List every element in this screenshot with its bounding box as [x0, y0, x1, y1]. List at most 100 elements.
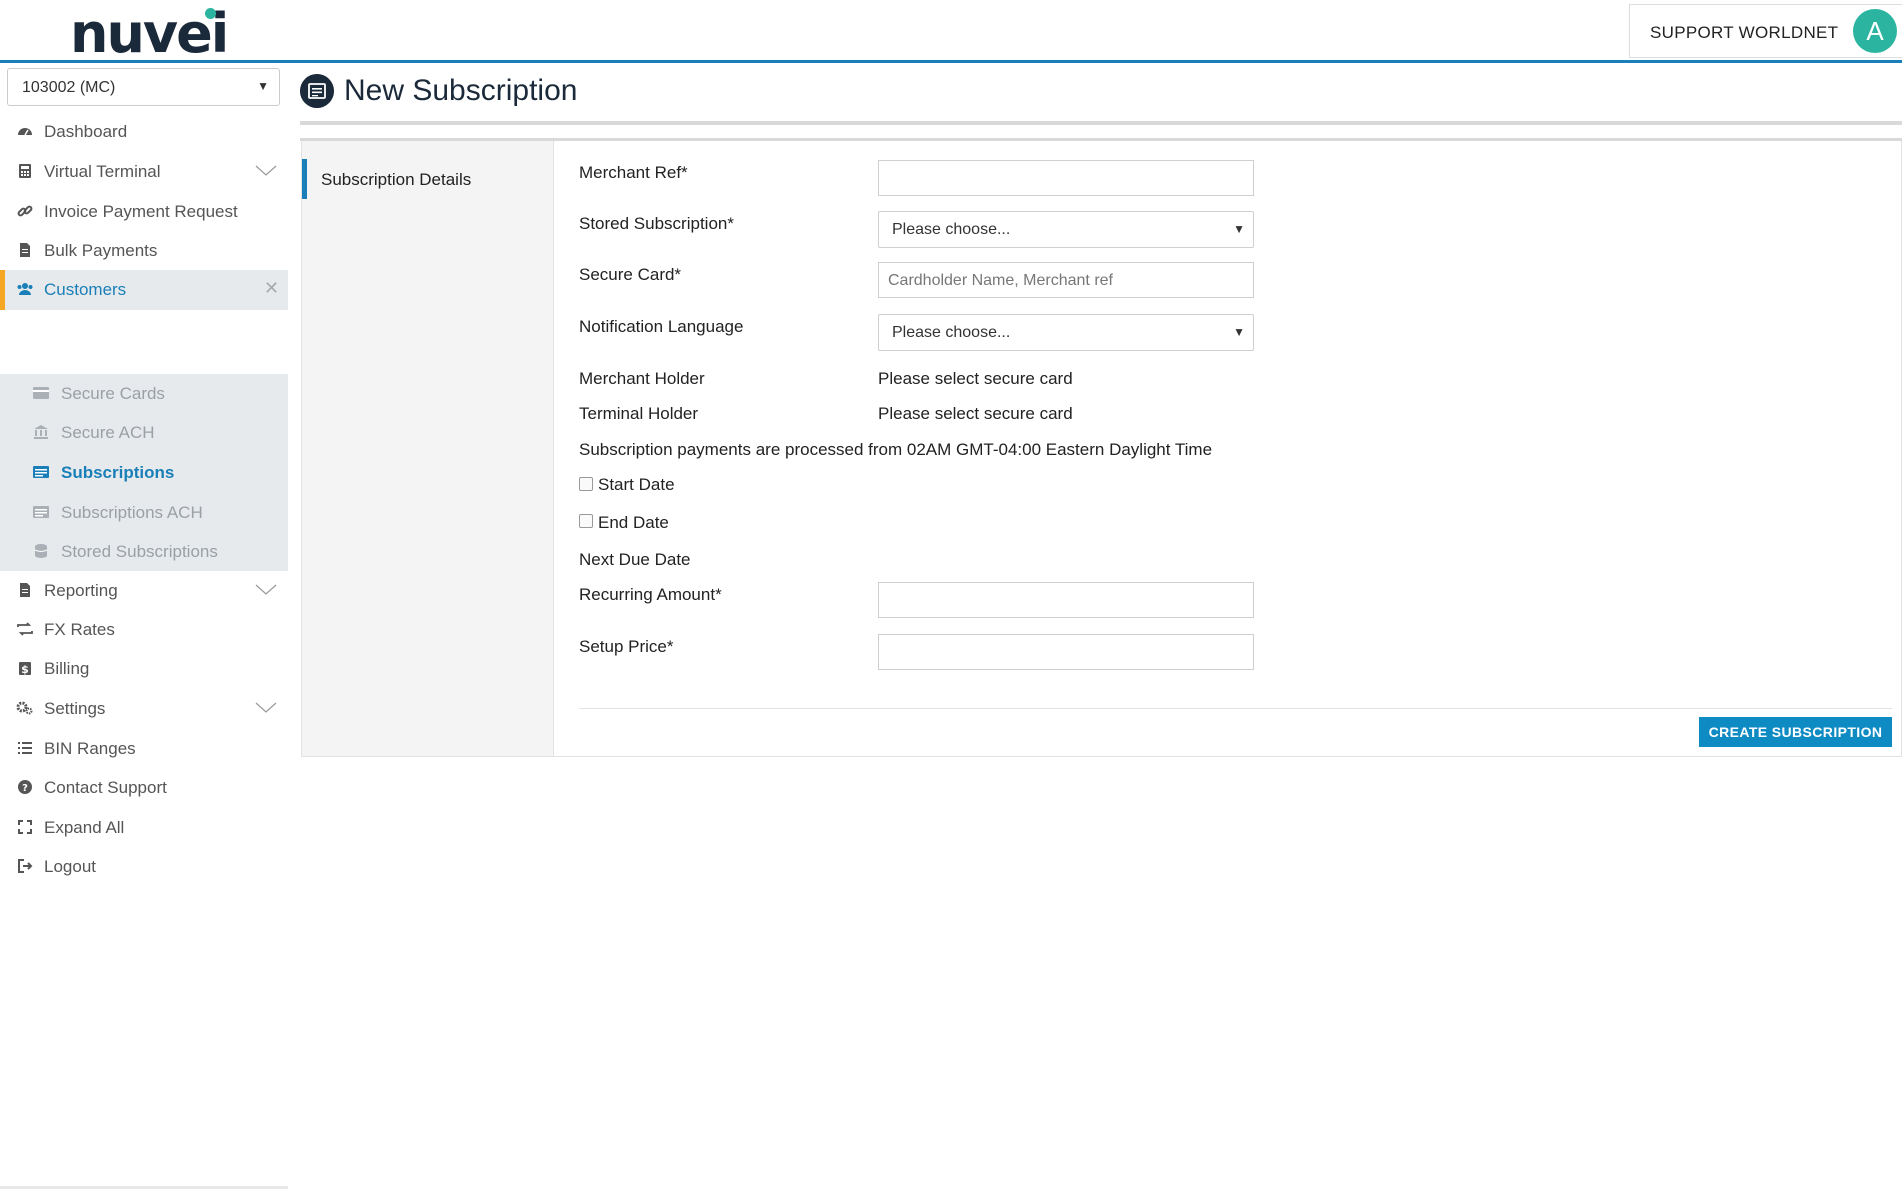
secure-card-input[interactable]: Cardholder Name, Merchant ref	[878, 262, 1254, 298]
page-title: New Subscription	[344, 74, 578, 107]
sidebar-item-expand-all[interactable]: Expand All	[0, 808, 288, 848]
merchant-select[interactable]: 103002 (MC) ▼	[7, 68, 280, 106]
sidebar-item-label: Customers	[44, 280, 127, 299]
sidebar-item-label: Settings	[44, 699, 106, 718]
sidebar-item-label: Expand All	[44, 818, 125, 837]
tab-subscription-details[interactable]: Subscription Details	[302, 159, 554, 199]
subscription-icon	[33, 466, 49, 478]
sidebar-item-label: FX Rates	[44, 620, 115, 639]
logo-text: nuvei	[70, 2, 229, 65]
sidebar-item-label: Invoice Payment Request	[44, 202, 238, 221]
nuvei-logo[interactable]: nuvei	[70, 6, 229, 62]
calculator-icon	[16, 162, 34, 180]
card-icon	[33, 387, 49, 399]
file-icon	[16, 241, 34, 259]
sidebar-item-reporting[interactable]: Reporting	[0, 571, 288, 611]
gears-icon	[16, 699, 34, 717]
chevron-down-icon[interactable]	[254, 162, 278, 178]
chevron-down-icon[interactable]	[254, 581, 278, 597]
sidebar-item-dashboard[interactable]: Dashboard	[0, 112, 288, 152]
user-name: SUPPORT WORLDNET	[1650, 23, 1839, 42]
sidebar-item-customers[interactable]: Customers ✕	[0, 270, 288, 310]
link-icon	[16, 202, 34, 220]
sidebar-item-label: Bulk Payments	[44, 241, 158, 260]
sidebar-item-logout[interactable]: Logout	[0, 847, 288, 887]
sidebar-subitem-secure-cards[interactable]: Secure Cards	[0, 374, 288, 414]
merchant-ref-label: Merchant Ref*	[579, 163, 688, 182]
logo-dot	[205, 8, 216, 19]
notification-language-label: Notification Language	[579, 317, 744, 336]
bank-icon	[34, 425, 48, 439]
title-divider	[300, 121, 1902, 125]
secure-card-placeholder: Cardholder Name, Merchant ref	[888, 272, 1113, 289]
sidebar-subitem-stored-subscriptions[interactable]: Stored Subscriptions	[0, 532, 288, 572]
next-due-date-label: Next Due Date	[579, 550, 691, 569]
secure-card-label: Secure Card*	[579, 265, 682, 284]
sidebar-item-label: Virtual Terminal	[44, 162, 161, 181]
recurring-amount-input[interactable]	[878, 582, 1254, 618]
svg-text:?: ?	[22, 783, 28, 794]
terminal-holder-label: Terminal Holder	[579, 404, 699, 423]
top-header: nuvei SUPPORT WORLDNET A	[0, 0, 1902, 63]
form-divider	[579, 708, 1892, 709]
avatar[interactable]: A	[1853, 9, 1897, 53]
recurring-amount-label: Recurring Amount*	[579, 585, 722, 604]
caret-down-icon: ▼	[1233, 325, 1245, 339]
caret-down-icon: ▼	[1233, 222, 1245, 236]
sidebar-item-invoice-payment-request[interactable]: Invoice Payment Request	[0, 192, 288, 232]
dollar-icon: $	[16, 659, 34, 677]
create-subscription-button[interactable]: CREATE SUBSCRIPTION	[1699, 717, 1892, 747]
sidebar-item-bulk-payments[interactable]: Bulk Payments	[0, 231, 288, 271]
sidebar-item-label: Billing	[44, 659, 90, 678]
sidebar-item-label: Reporting	[44, 581, 118, 600]
tab-label: Subscription Details	[321, 170, 472, 189]
setup-price-label: Setup Price*	[579, 637, 674, 656]
merchant-holder-label: Merchant Holder	[579, 369, 705, 388]
sidebar-item-label: Logout	[44, 857, 96, 876]
file-icon	[16, 581, 34, 599]
sidebar-item-billing[interactable]: $ Billing	[0, 649, 288, 689]
dashboard-icon	[16, 122, 34, 140]
processing-note: Subscription payments are processed from…	[579, 440, 1213, 459]
sidebar-subitem-label: Subscriptions	[61, 463, 175, 482]
sidebar-item-bin-ranges[interactable]: BIN Ranges	[0, 729, 288, 769]
caret-down-icon: ▼	[257, 79, 269, 93]
sidebar-subitem-subscriptions[interactable]: Subscriptions	[0, 453, 288, 493]
subscription-icon	[300, 74, 334, 108]
merchant-ref-input[interactable]	[878, 160, 1254, 196]
user-menu[interactable]: SUPPORT WORLDNET A	[1629, 4, 1902, 58]
chevron-down-icon[interactable]	[254, 699, 278, 715]
stored-subscription-select[interactable]: Please choose... ▼	[878, 211, 1254, 248]
expand-icon	[16, 818, 34, 836]
start-date-checkbox[interactable]	[579, 477, 593, 491]
customers-submenu: Secure Cards Secure ACH Subscriptions Su…	[0, 374, 288, 571]
subscription-icon	[33, 506, 49, 518]
sidebar-subitem-subscriptions-ach[interactable]: Subscriptions ACH	[0, 493, 288, 533]
sidebar-item-virtual-terminal[interactable]: Virtual Terminal	[0, 152, 288, 192]
merchant-select-value: 103002 (MC)	[22, 79, 116, 96]
svg-text:$: $	[21, 663, 29, 676]
end-date-checkbox[interactable]	[579, 514, 593, 528]
stored-subscription-value: Please choose...	[892, 221, 1011, 238]
start-date-label[interactable]: Start Date	[598, 475, 675, 495]
sidebar-item-label: Contact Support	[44, 778, 167, 797]
notification-language-select[interactable]: Please choose... ▼	[878, 314, 1254, 351]
close-icon[interactable]: ✕	[264, 278, 279, 299]
merchant-holder-value: Please select secure card	[878, 369, 1073, 388]
sidebar-subitem-secure-ach[interactable]: Secure ACH	[0, 413, 288, 453]
exchange-icon	[16, 620, 34, 638]
sidebar: 103002 (MC) ▼ Dashboard Virtual Terminal…	[0, 63, 288, 1189]
sidebar-subitem-label: Subscriptions ACH	[61, 503, 203, 522]
sidebar-item-settings[interactable]: Settings	[0, 689, 288, 729]
sidebar-item-contact-support[interactable]: ? Contact Support	[0, 768, 288, 808]
sidebar-subitem-label: Secure Cards	[61, 384, 165, 403]
database-icon	[34, 544, 48, 558]
notification-language-value: Please choose...	[892, 324, 1011, 341]
stored-subscription-label: Stored Subscription*	[579, 214, 734, 233]
sidebar-item-fx-rates[interactable]: FX Rates	[0, 610, 288, 650]
end-date-label[interactable]: End Date	[598, 513, 669, 533]
sidebar-item-label: BIN Ranges	[44, 739, 136, 758]
sidebar-subitem-label: Stored Subscriptions	[61, 542, 218, 561]
setup-price-input[interactable]	[878, 634, 1254, 670]
tabs-column: Subscription Details	[302, 141, 554, 756]
